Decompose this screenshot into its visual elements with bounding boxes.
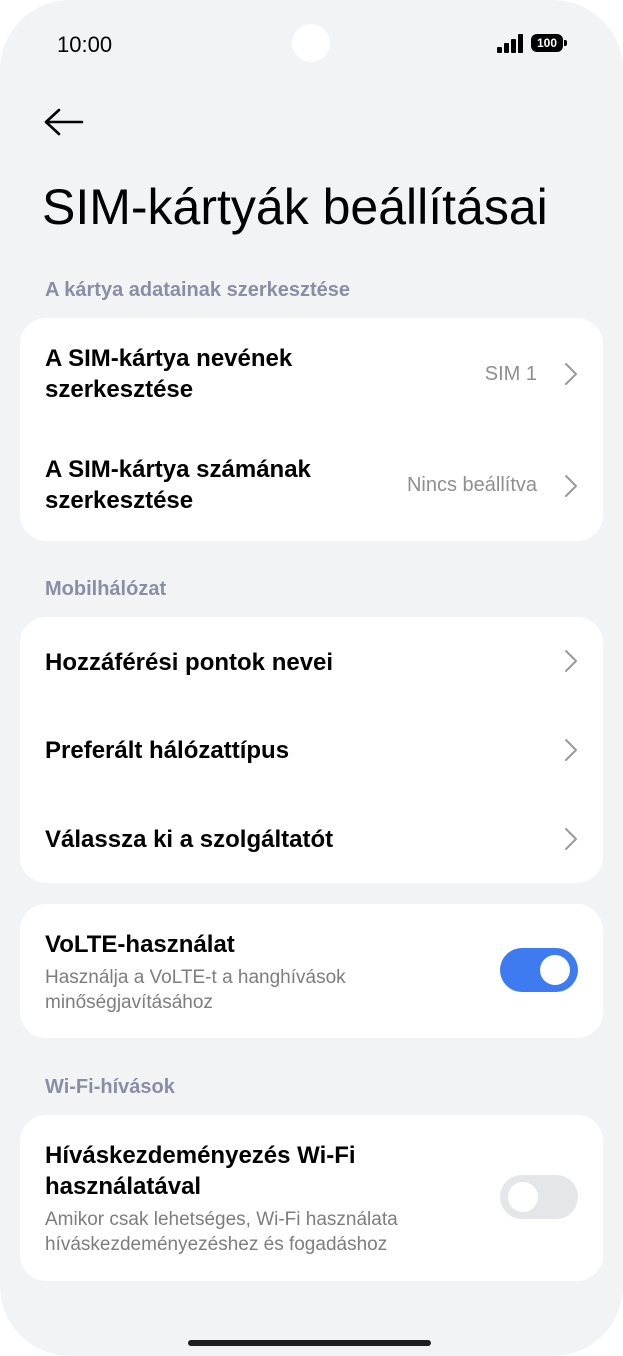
wifi-calling-description: Amikor csak lehetséges, Wi-Fi használata… [45,1209,398,1255]
toggle-knob [540,955,570,985]
wifi-calling-toggle[interactable] [500,1175,578,1219]
arrow-left-icon [44,108,84,136]
chevron-right-icon [565,828,577,850]
sim-name-row[interactable]: A SIM-kártya nevének szerkesztése SIM 1 [20,318,603,430]
camera-cutout [292,24,330,62]
wifi-calling-label: Híváskezdeményezés Wi-Fi használatával [45,1142,356,1200]
network-type-row[interactable]: Preferált hálózattípus [20,706,603,795]
chevron-right-icon [565,475,577,497]
operator-row[interactable]: Válassza ki a szolgáltatót [20,795,603,883]
card-edit-group: A SIM-kártya nevének szerkesztése SIM 1 … [20,318,603,541]
battery-icon: 100 [531,34,567,52]
sim-number-value: Nincs beállítva [406,474,537,496]
volte-toggle[interactable] [500,948,578,992]
section-header-mobile: Mobilhálózat [45,578,167,600]
apn-label: Hozzáférési pontok nevei [45,649,334,676]
back-button[interactable] [42,102,86,142]
phone-screen: 10:00 100 SIM-kártyák beállításai A kárt… [0,0,623,1356]
toggle-knob [508,1182,538,1212]
chevron-right-icon [565,363,577,385]
chevron-right-icon [565,739,577,761]
operator-label: Válassza ki a szolgáltatót [45,826,334,853]
sim-number-label: A SIM-kártya számának szerkesztése [45,456,311,514]
status-bar: 10:00 100 [0,0,623,90]
sim-number-row[interactable]: A SIM-kártya számának szerkesztése Nincs… [20,430,603,541]
wifi-calling-row[interactable]: Híváskezdeményezés Wi-Fi használatával A… [20,1115,603,1281]
network-type-label: Preferált hálózattípus [45,737,290,764]
section-header-wifi: Wi-Fi-hívások [45,1076,175,1098]
card-mobile-network: Hozzáférési pontok nevei Preferált hálóz… [20,617,603,883]
card-wifi-calling: Híváskezdeményezés Wi-Fi használatával A… [20,1115,603,1281]
page-title: SIM-kártyák beállításai [42,179,548,235]
sim-name-value: SIM 1 [484,363,537,385]
volte-row[interactable]: VoLTE-használat Használja a VoLTE-t a ha… [20,904,603,1038]
chevron-right-icon [565,650,577,672]
volte-label: VoLTE-használat [45,931,235,958]
volte-description: Használja a VoLTE-t a hanghívások minősé… [45,967,346,1013]
home-indicator[interactable] [188,1340,431,1346]
apn-row[interactable]: Hozzáférési pontok nevei [20,617,603,706]
status-time: 10:00 [57,32,113,57]
sim-name-label: A SIM-kártya nevének szerkesztése [45,345,293,403]
signal-icon [497,33,525,53]
section-header-card-data: A kártya adatainak szerkesztése [45,279,350,301]
card-volte: VoLTE-használat Használja a VoLTE-t a ha… [20,904,603,1038]
